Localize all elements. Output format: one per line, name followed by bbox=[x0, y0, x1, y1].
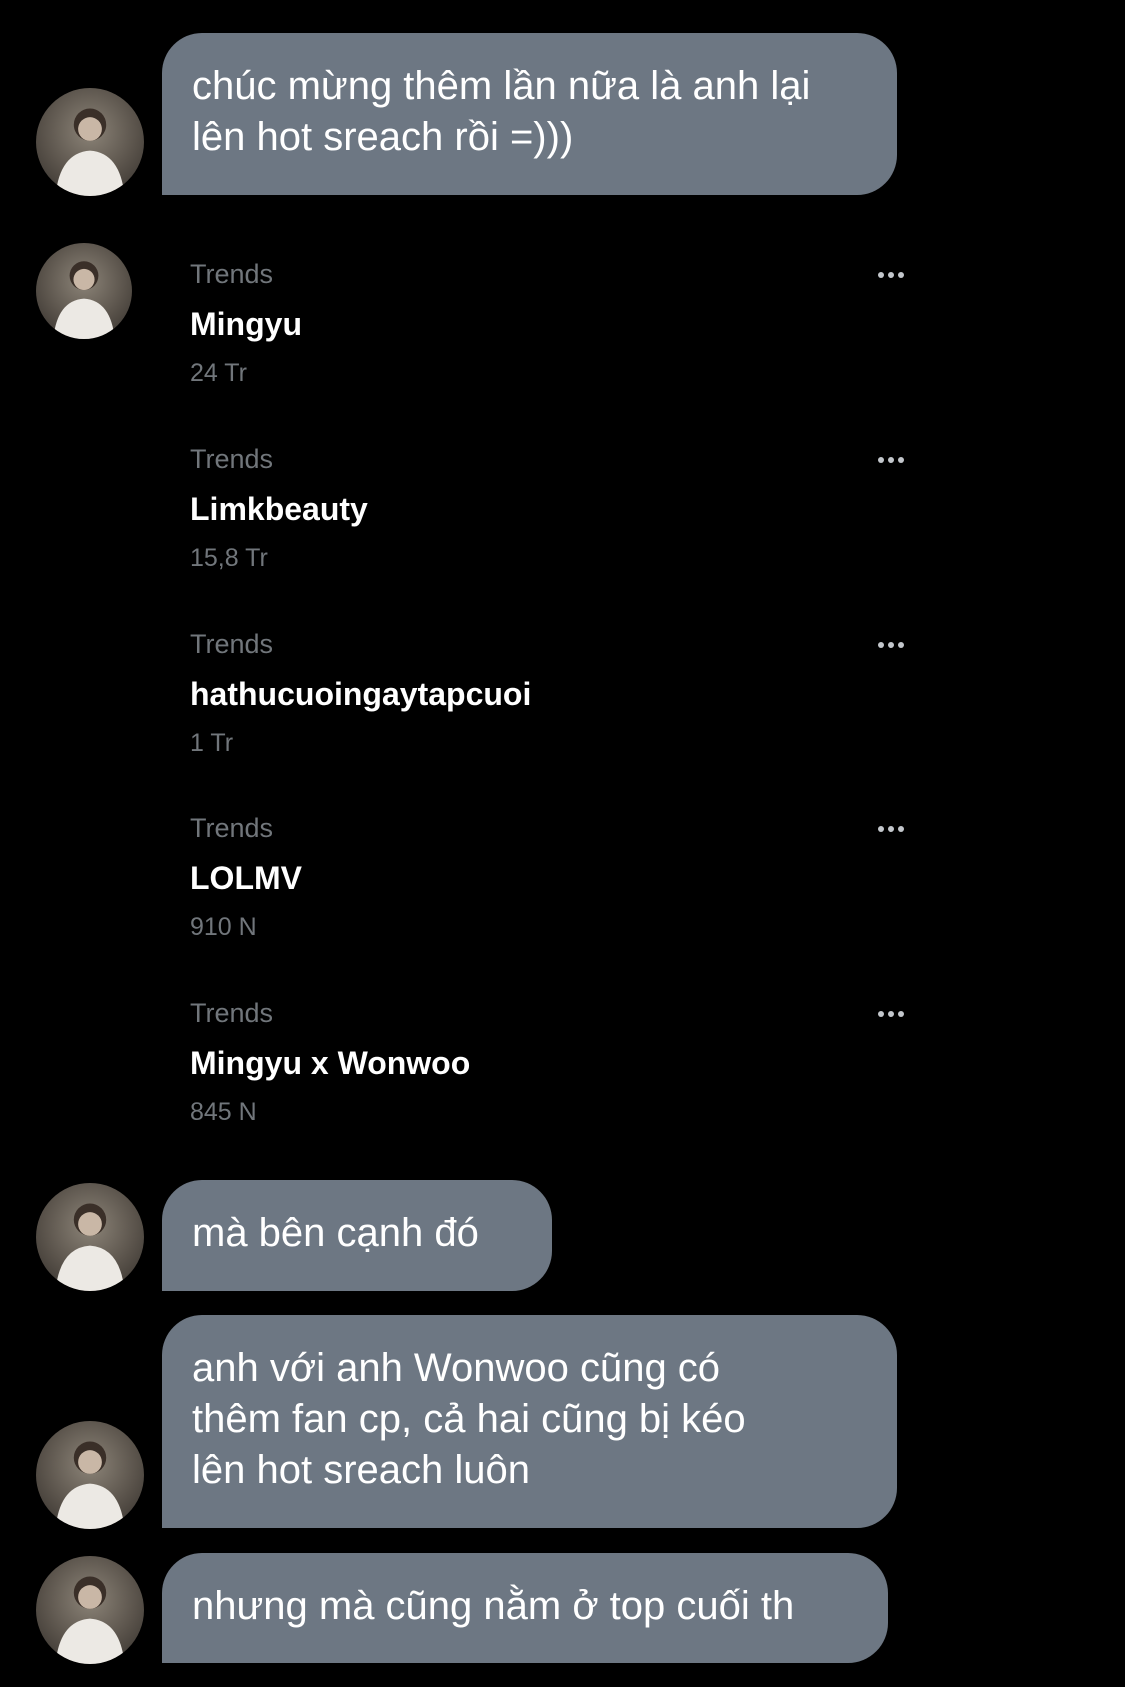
trend-name: Mingyu bbox=[190, 306, 302, 342]
trend-post-count: 1 Tr bbox=[190, 729, 234, 757]
trend-category: Trends bbox=[190, 444, 274, 474]
trend-item[interactable]: Trends Mingyu x Wonwoo 845 N bbox=[190, 997, 910, 1147]
trend-name: Mingyu x Wonwoo bbox=[190, 1045, 471, 1081]
avatar[interactable] bbox=[36, 1421, 144, 1529]
trend-post-count: 910 N bbox=[190, 913, 257, 941]
trend-post-count: 24 Tr bbox=[190, 359, 247, 387]
more-options-icon[interactable] bbox=[878, 642, 906, 650]
message-bubble[interactable]: nhưng mà cũng nằm ở top cuối th bbox=[162, 1553, 888, 1663]
trend-name: Limkbeauty bbox=[190, 491, 368, 527]
avatar-photo-icon bbox=[53, 261, 115, 339]
more-options-icon[interactable] bbox=[878, 272, 906, 280]
trend-category: Trends bbox=[190, 998, 274, 1028]
trend-item[interactable]: Trends hathucuoingaytapcuoi 1 Tr bbox=[190, 628, 910, 778]
avatar[interactable] bbox=[36, 243, 132, 339]
trend-item[interactable]: Trends Mingyu 24 Tr bbox=[190, 258, 910, 408]
avatar-photo-icon bbox=[55, 1576, 125, 1664]
more-options-icon[interactable] bbox=[878, 457, 906, 465]
avatar-photo-icon bbox=[55, 1441, 125, 1529]
trend-item[interactable]: Trends Limkbeauty 15,8 Tr bbox=[190, 443, 910, 593]
trend-item[interactable]: Trends LOLMV 910 N bbox=[190, 812, 910, 962]
trend-name: hathucuoingaytapcuoi bbox=[190, 676, 532, 712]
more-options-icon[interactable] bbox=[878, 826, 906, 834]
message-bubble[interactable]: anh với anh Wonwoo cũng có thêm fan cp, … bbox=[162, 1315, 897, 1528]
avatar[interactable] bbox=[36, 1183, 144, 1291]
more-options-icon[interactable] bbox=[878, 1011, 906, 1019]
trend-post-count: 845 N bbox=[190, 1098, 257, 1126]
trend-post-count: 15,8 Tr bbox=[190, 544, 268, 572]
message-bubble[interactable]: chúc mừng thêm lần nữa là anh lại lên ho… bbox=[162, 33, 897, 195]
avatar[interactable] bbox=[36, 88, 144, 196]
trend-category: Trends bbox=[190, 629, 274, 659]
trend-name: LOLMV bbox=[190, 860, 302, 896]
avatar[interactable] bbox=[36, 1556, 144, 1664]
message-bubble[interactable]: mà bên cạnh đó bbox=[162, 1180, 552, 1291]
avatar-photo-icon bbox=[55, 1203, 125, 1291]
avatar-photo-icon bbox=[55, 108, 125, 196]
trend-category: Trends bbox=[190, 813, 274, 843]
trend-category: Trends bbox=[190, 259, 274, 289]
